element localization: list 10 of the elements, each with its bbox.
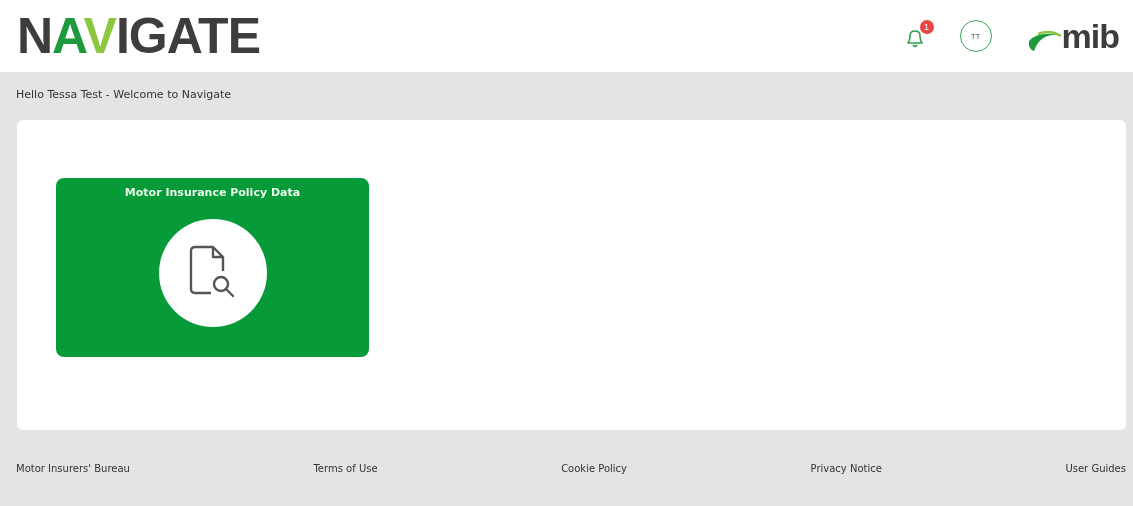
footer-link[interactable]: Cookie Policy: [561, 463, 627, 474]
mib-logo: mib: [1025, 19, 1119, 53]
footer-link[interactable]: Motor Insurers' Bureau: [16, 463, 130, 474]
notification-badge: 1: [919, 20, 934, 34]
greeting-text: Hello Tessa Test - Welcome to Navigate: [15, 87, 232, 103]
footer-link[interactable]: Terms of Use: [313, 463, 378, 474]
footer-link[interactable]: Privacy Notice: [810, 463, 882, 474]
navigate-logo: NAVIGATE: [17, 11, 260, 61]
footer-link[interactable]: User Guides: [1065, 463, 1126, 474]
user-avatar[interactable]: TT: [959, 20, 992, 52]
